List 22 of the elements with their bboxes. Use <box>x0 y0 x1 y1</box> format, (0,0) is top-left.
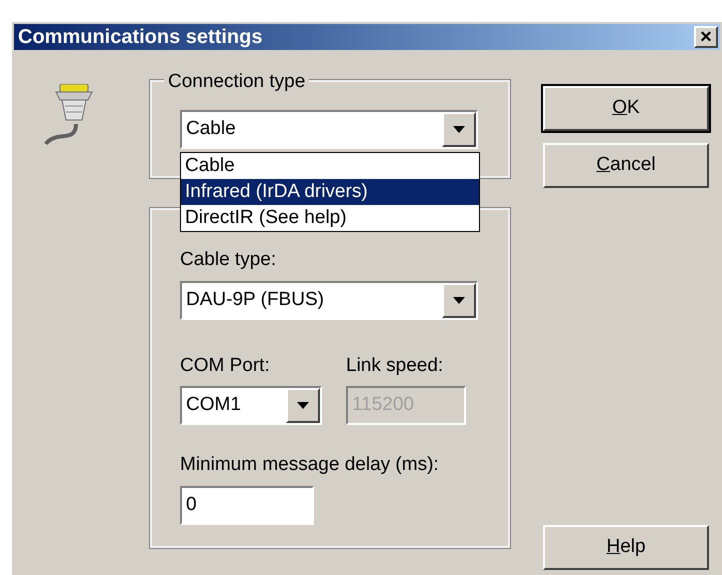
window-title: Communications settings <box>17 25 262 50</box>
dialog-button[interactable]: Cancel <box>543 143 709 188</box>
dropdown-option[interactable]: DirectIR (See help) <box>181 205 479 231</box>
cable-type-dropdown[interactable]: DAU-9P (FBUS) <box>180 280 478 320</box>
caret-icon <box>453 126 465 133</box>
caret-icon <box>453 296 465 304</box>
dropdown-option[interactable]: Cable <box>181 153 479 179</box>
com-port-dropdown[interactable]: COM1 <box>180 386 322 425</box>
caret-icon <box>297 402 309 409</box>
dropdown-option[interactable]: Infrared (IrDA drivers) <box>181 179 479 205</box>
field-label: COM Port: <box>180 354 271 378</box>
dialog-button[interactable]: OK <box>543 86 709 131</box>
dialog-button[interactable]: Help <box>543 525 709 570</box>
connection-type-dropdown[interactable]: Cable <box>180 110 478 149</box>
dropdown-arrow-button[interactable] <box>286 388 320 423</box>
field-label: Cable type: <box>180 248 278 272</box>
field-label: Link speed: <box>346 354 444 378</box>
close-button[interactable]: × <box>694 26 718 48</box>
field-label: Minimum message delay (ms): <box>180 453 440 477</box>
dropdown-arrow-button[interactable] <box>442 112 476 147</box>
delay-field[interactable]: 0 <box>180 486 314 524</box>
dropdown-arrow-button[interactable] <box>442 282 476 318</box>
